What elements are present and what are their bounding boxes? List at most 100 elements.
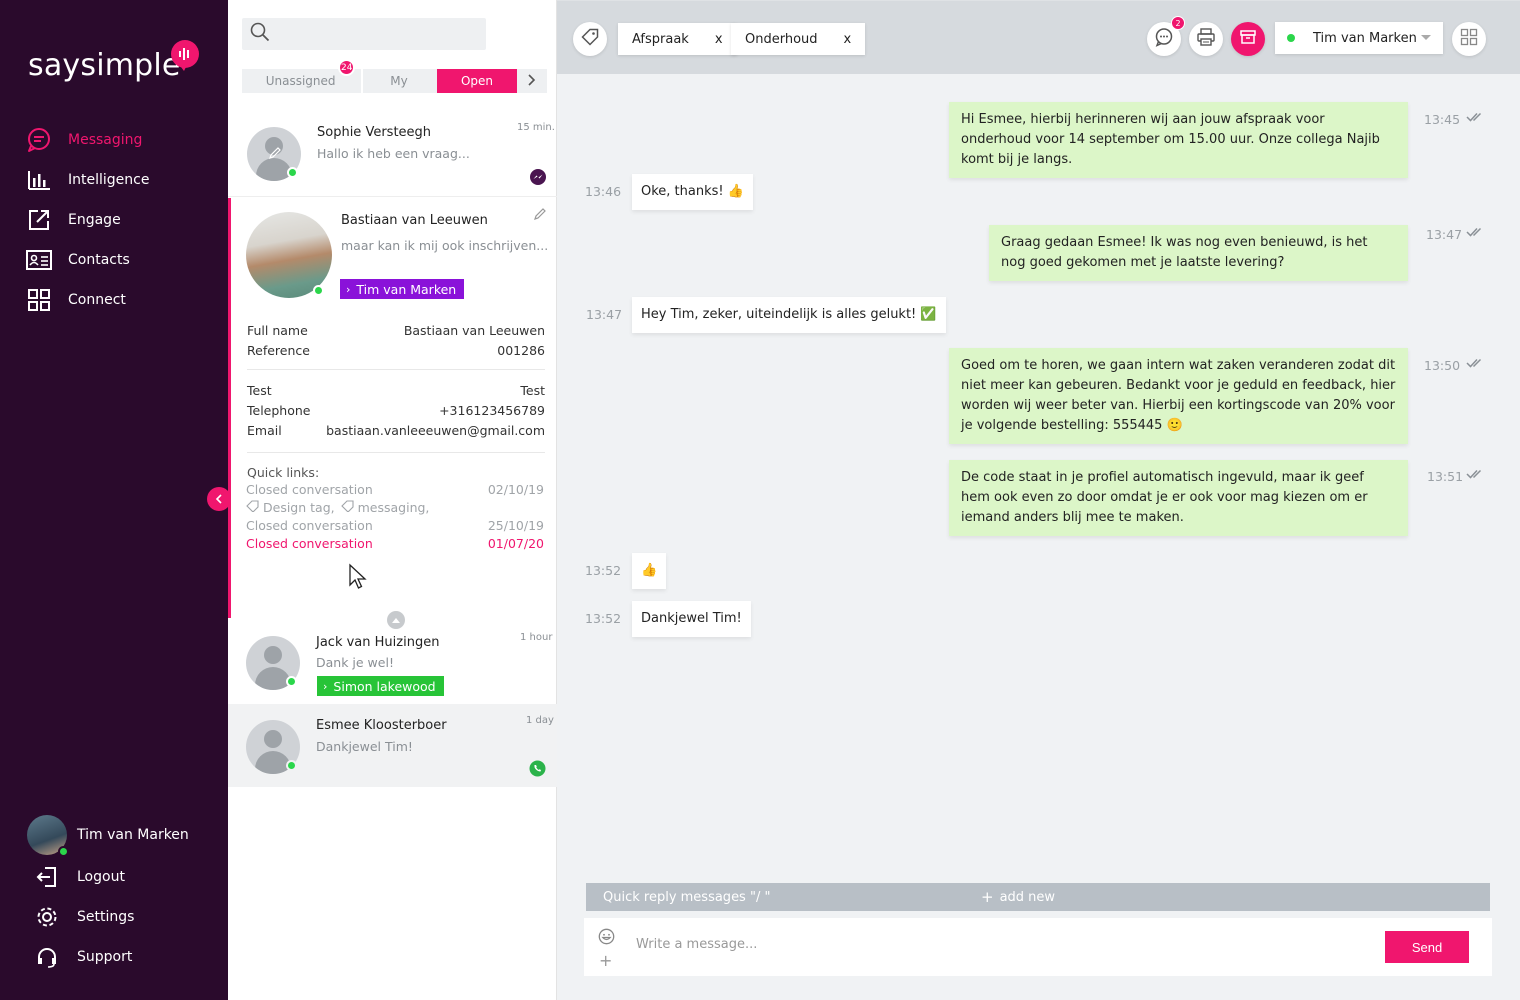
read-receipt-icon [1466, 357, 1486, 373]
label-text: Afspraak [632, 31, 689, 47]
detail-value: Bastiaan van Leeuwen [403, 322, 545, 338]
detail-label: Reference [247, 342, 310, 358]
message-input[interactable] [636, 937, 1336, 952]
archive-button[interactable] [1231, 22, 1265, 56]
nav-item-messaging[interactable]: Messaging [26, 120, 149, 160]
divider [247, 369, 545, 370]
tab-label: My [390, 74, 408, 88]
conversation-item-expanded[interactable]: Bastiaan van Leeuwen maar kan ik mij ook… [228, 198, 557, 618]
online-status-dot [313, 285, 324, 296]
messenger-icon [530, 169, 546, 189]
detail-row: Full name Bastiaan van Leeuwen [247, 320, 545, 340]
divider [247, 452, 545, 453]
assigned-agent-tag[interactable]: › Tim van Marken [340, 279, 465, 299]
quick-link-active[interactable]: Closed conversation 01/07/20 [246, 534, 544, 552]
remove-label-button[interactable]: x [715, 32, 723, 47]
detail-value: +316123456789 [439, 402, 545, 418]
conversations-button[interactable]: 2 [1147, 16, 1185, 56]
message-time: 13:47 [1426, 227, 1463, 242]
search-box[interactable] [242, 18, 486, 50]
nav-item-contacts[interactable]: Contacts [26, 240, 149, 280]
outgoing-message: Hi Esmee, hierbij herinneren wij aan jou… [949, 102, 1408, 178]
tabs-next-button[interactable] [517, 69, 547, 93]
collapse-sidebar-button[interactable] [207, 487, 231, 511]
nav-label: Engage [68, 212, 121, 228]
nav-item-connect[interactable]: Connect [26, 280, 149, 320]
message-preview: maar kan ik mij ook inschrijven... [341, 238, 549, 253]
message-preview: Dankjewel Tim! [316, 739, 413, 754]
whatsapp-icon [529, 760, 546, 781]
settings-button[interactable]: Settings [35, 897, 134, 937]
tag-icon [246, 499, 260, 515]
add-quick-reply-button[interactable]: + add new [981, 888, 1055, 906]
quick-links-title: Quick links: [247, 465, 320, 480]
conversation-item-selected[interactable]: Esmee Kloosterboer Dankjewel Tim! 1 day [228, 704, 557, 787]
layout-grid-button[interactable] [1452, 22, 1486, 56]
message-preview: Hallo ik heb een vraag... [317, 146, 470, 161]
tab-label: Unassigned [265, 74, 336, 88]
emoji-icon[interactable] [598, 928, 615, 949]
search-input[interactable] [278, 26, 478, 42]
detail-label: Full name [247, 322, 308, 338]
conversation-time: 1 day [526, 715, 554, 726]
bar-chart-icon [26, 167, 52, 193]
main-sidebar: saysimple Messaging Intelligence Engage [0, 0, 228, 1000]
message-time: 13:46 [585, 184, 622, 199]
chat-header: Afspraak x Onderhoud x 2 Tim van Marken [557, 1, 1520, 74]
nav-item-intelligence[interactable]: Intelligence [26, 160, 149, 200]
detail-label: Email [247, 422, 282, 438]
agent-name: Simon lakewood [333, 678, 436, 694]
mouse-cursor-icon [348, 563, 368, 595]
logout-button[interactable]: Logout [35, 857, 134, 897]
quick-link-date: 02/10/19 [487, 481, 544, 497]
nav-label: Contacts [68, 252, 130, 268]
conversation-tabs: Unassigned 24 My Open [242, 59, 547, 93]
external-link-icon [26, 207, 52, 233]
tag-label: messaging, [357, 499, 430, 515]
online-status-dot [287, 167, 298, 178]
agent-select[interactable]: Tim van Marken [1275, 22, 1443, 54]
contact-name: Sophie Versteegh [317, 125, 432, 140]
pencil-icon [268, 146, 282, 164]
conversation-item[interactable]: Jack van Huizingen Dank je wel! 1 hour ›… [228, 621, 557, 703]
send-button[interactable]: Send [1385, 931, 1469, 963]
quick-link-date: 25/10/19 [487, 517, 544, 533]
add-label-button[interactable] [573, 22, 607, 56]
tab-unassigned[interactable]: Unassigned 24 [242, 59, 359, 93]
print-button[interactable] [1189, 22, 1223, 56]
message-time: 13:52 [585, 563, 622, 578]
assigned-agent-tag[interactable]: › Simon lakewood [317, 676, 444, 696]
headset-icon [35, 944, 59, 970]
current-user[interactable]: Tim van Marken [27, 815, 189, 857]
quick-link[interactable]: Closed conversation 25/10/19 [246, 516, 544, 534]
tab-open[interactable]: Open [436, 69, 518, 93]
selected-agent: Tim van Marken [1313, 30, 1417, 46]
unassigned-count-badge: 24 [338, 59, 356, 76]
quick-reply-label: Quick reply messages "/ " [603, 889, 771, 905]
incoming-message: Oke, thanks! 👍 [632, 174, 753, 210]
label-chip[interactable]: Onderhoud x [731, 23, 866, 55]
quick-link-label: Closed conversation [246, 481, 373, 497]
detail-row: Email bastiaan.vanleeeuwen@gmail.com [247, 420, 545, 440]
conversation-item[interactable]: Sophie Versteegh Hallo ik heb een vraag.… [228, 113, 557, 197]
label-chip[interactable]: Afspraak x [618, 23, 737, 55]
contact-name: Bastiaan van Leeuwen [341, 213, 488, 228]
attach-plus-icon[interactable]: + [599, 951, 612, 970]
chat-bubble-icon [1154, 27, 1174, 51]
edit-icon[interactable] [533, 207, 547, 225]
chat-panel: Afspraak x Onderhoud x 2 Tim van Marken … [557, 0, 1520, 1000]
detail-label: Test [247, 382, 272, 398]
grid-icon [1460, 28, 1478, 50]
tab-my[interactable]: My [361, 69, 435, 93]
bottom-nav: Logout Settings Support [35, 857, 134, 977]
quick-reply-bar[interactable]: Quick reply messages "/ " + add new [586, 883, 1490, 911]
brand-logo: saysimple [28, 40, 199, 92]
tag-label: Design tag, [263, 499, 335, 515]
detail-value: 001286 [497, 342, 545, 358]
incoming-message: 👍 [632, 553, 667, 589]
remove-label-button[interactable]: x [844, 32, 852, 47]
logo-bubble-icon [171, 40, 199, 68]
quick-link[interactable]: Closed conversation 02/10/19 [246, 480, 544, 498]
nav-item-engage[interactable]: Engage [26, 200, 149, 240]
support-button[interactable]: Support [35, 937, 134, 977]
